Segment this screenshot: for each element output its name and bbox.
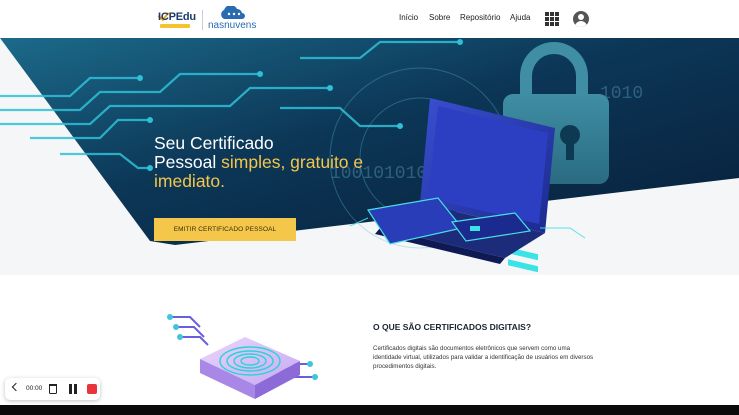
logo-divider [202,10,203,30]
logo-tagline-bar [160,24,190,28]
nasnuvens-logo[interactable]: nasnuvens [208,6,258,32]
pause-icon[interactable] [69,384,77,394]
nav-repositorio[interactable]: Repositório [460,13,500,22]
bottom-bar [0,405,739,415]
chevron-left-icon[interactable] [11,382,21,392]
section-description: Certificados digitais são documentos ele… [373,345,594,370]
section-title: O QUE SÃO CERTIFICADOS DIGITAIS? [373,322,532,332]
apps-grid-icon[interactable] [545,12,559,26]
account-circle-icon[interactable] [573,11,589,27]
icpedu-logo[interactable]: ICPEdu [157,8,198,32]
screen-recorder-widget: 00:00 [5,378,100,400]
hero-title: Seu Certificado Pessoal simples, gratuit… [154,133,364,191]
trash-icon[interactable] [49,384,57,394]
cloud-icon [221,6,245,19]
fingerprint-icon [167,314,318,399]
stop-icon[interactable] [87,384,97,394]
recorder-time: 00:00 [26,385,43,392]
info-section: O QUE SÃO CERTIFICADOS DIGITAIS? Certifi… [0,275,739,405]
nav-ajuda[interactable]: Ajuda [510,13,530,22]
nav-inicio[interactable]: Início [399,13,418,22]
nav-sobre[interactable]: Sobre [429,13,450,22]
site-header: ICPEdu nasnuvens Início Sobre Repositóri… [0,0,739,38]
hero-banner: 100101010 1000 1010 Seu Certi [0,38,739,275]
emitir-certificado-button[interactable]: EMITIR CERTIFICADO PESSOAL [154,218,296,241]
